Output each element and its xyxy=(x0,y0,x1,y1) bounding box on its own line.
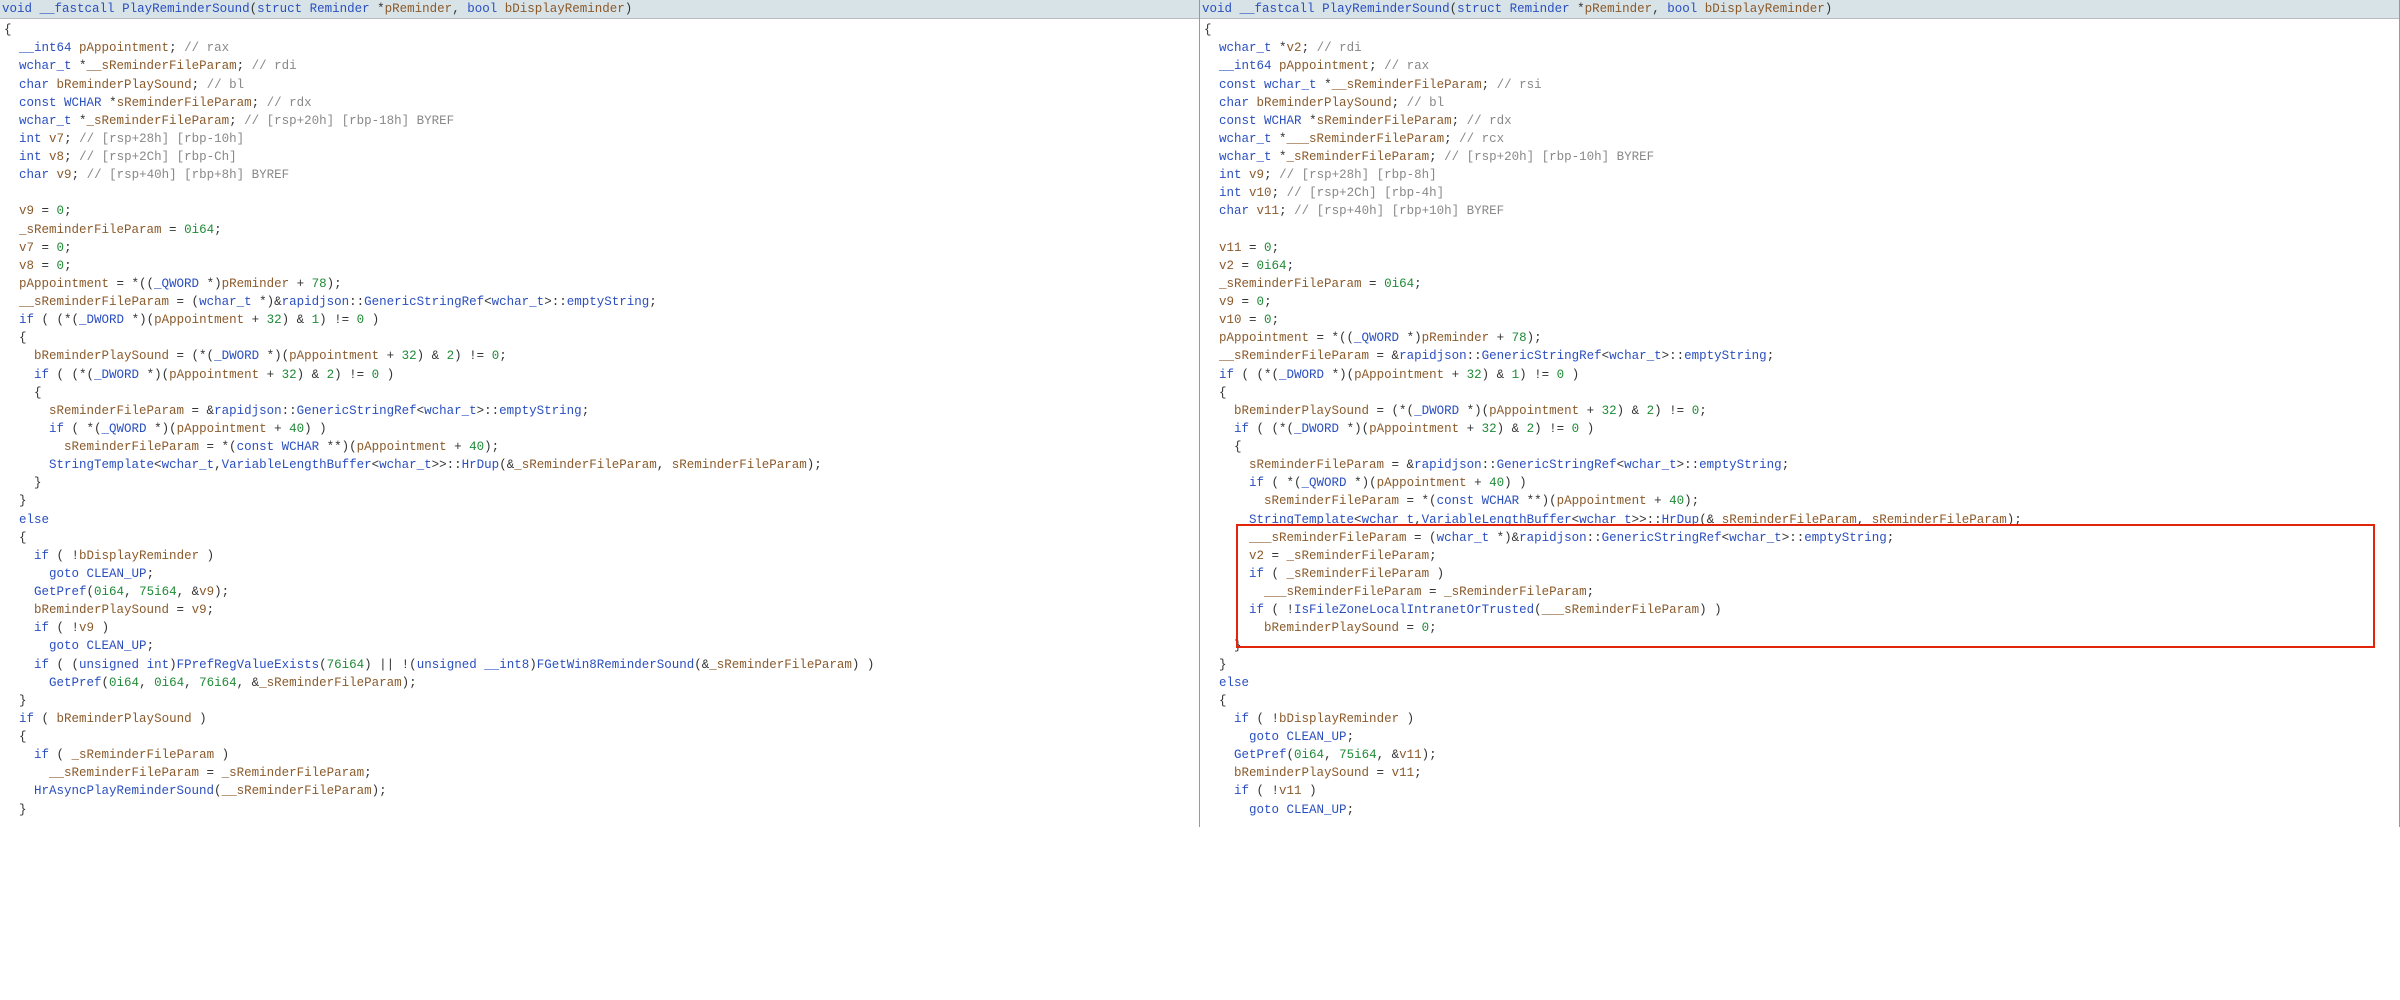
code-line[interactable]: bReminderPlaySound = 0; xyxy=(1204,619,2395,637)
code-line[interactable]: goto CLEAN_UP; xyxy=(4,637,1195,655)
code-line[interactable]: v10 = 0; xyxy=(1204,311,2395,329)
code-line[interactable]: pAppointment = *((_QWORD *)pReminder + 7… xyxy=(4,275,1195,293)
code-line[interactable]: if ( !IsFileZoneLocalIntranetOrTrusted(_… xyxy=(1204,601,2395,619)
code-line[interactable]: if ( (*(_DWORD *)(pAppointment + 32) & 2… xyxy=(1204,420,2395,438)
code-line[interactable]: int v8; // [rsp+2Ch] [rbp-Ch] xyxy=(4,148,1195,166)
code-line[interactable]: __int64 pAppointment; // rax xyxy=(1204,57,2395,75)
code-line[interactable]: if ( *(_QWORD *)(pAppointment + 40) ) xyxy=(4,420,1195,438)
right-code[interactable]: { wchar_t *v2; // rdi __int64 pAppointme… xyxy=(1200,19,2399,827)
code-line[interactable]: } xyxy=(4,474,1195,492)
code-line[interactable]: if ( _sReminderFileParam ) xyxy=(1204,565,2395,583)
code-line[interactable]: else xyxy=(4,511,1195,529)
code-line[interactable]: wchar_t *_sReminderFileParam; // [rsp+20… xyxy=(1204,148,2395,166)
code-line[interactable]: } xyxy=(4,492,1195,510)
code-line[interactable]: { xyxy=(4,728,1195,746)
code-line[interactable]: v8 = 0; xyxy=(4,257,1195,275)
code-line[interactable]: if ( !v9 ) xyxy=(4,619,1195,637)
code-line[interactable]: GetPref(0i64, 0i64, 76i64, &_sReminderFi… xyxy=(4,674,1195,692)
code-line[interactable]: _sReminderFileParam = 0i64; xyxy=(1204,275,2395,293)
code-line[interactable]: _sReminderFileParam = 0i64; xyxy=(4,221,1195,239)
code-line[interactable]: wchar_t *v2; // rdi xyxy=(1204,39,2395,57)
left-header: void __fastcall PlayReminderSound(struct… xyxy=(0,0,1199,19)
right-code-pane: void __fastcall PlayReminderSound(struct… xyxy=(1200,0,2400,827)
code-line[interactable]: { xyxy=(4,329,1195,347)
code-line[interactable]: const WCHAR *sReminderFileParam; // rdx xyxy=(1204,112,2395,130)
code-line[interactable]: { xyxy=(4,384,1195,402)
code-line[interactable]: if ( (unsigned int)FPrefRegValueExists(7… xyxy=(4,656,1195,674)
code-line[interactable]: __sReminderFileParam = &rapidjson::Gener… xyxy=(1204,347,2395,365)
code-line[interactable]: sReminderFileParam = &rapidjson::Generic… xyxy=(4,402,1195,420)
code-line[interactable]: v7 = 0; xyxy=(4,239,1195,257)
code-line[interactable]: goto CLEAN_UP; xyxy=(1204,801,2395,819)
code-line[interactable] xyxy=(4,184,1195,202)
code-line[interactable]: HrAsyncPlayReminderSound(__sReminderFile… xyxy=(4,782,1195,800)
code-line[interactable]: bReminderPlaySound = v9; xyxy=(4,601,1195,619)
code-line[interactable]: if ( !bDisplayReminder ) xyxy=(4,547,1195,565)
code-line[interactable]: { xyxy=(1204,21,2395,39)
code-line[interactable]: sReminderFileParam = *(const WCHAR **)(p… xyxy=(4,438,1195,456)
code-line[interactable]: if ( !bDisplayReminder ) xyxy=(1204,710,2395,728)
code-line[interactable]: v2 = 0i64; xyxy=(1204,257,2395,275)
code-line[interactable]: { xyxy=(1204,692,2395,710)
code-line[interactable]: StringTemplate<wchar_t,VariableLengthBuf… xyxy=(1204,511,2395,529)
code-line[interactable]: wchar_t *___sReminderFileParam; // rcx xyxy=(1204,130,2395,148)
code-line[interactable]: char v11; // [rsp+40h] [rbp+10h] BYREF xyxy=(1204,202,2395,220)
code-line[interactable]: const WCHAR *sReminderFileParam; // rdx xyxy=(4,94,1195,112)
code-line[interactable]: ___sReminderFileParam = (wchar_t *)&rapi… xyxy=(1204,529,2395,547)
code-line[interactable]: if ( !v11 ) xyxy=(1204,782,2395,800)
code-line[interactable]: bReminderPlaySound = (*(_DWORD *)(pAppoi… xyxy=(4,347,1195,365)
code-line[interactable]: if ( _sReminderFileParam ) xyxy=(4,746,1195,764)
code-line[interactable]: goto CLEAN_UP; xyxy=(1204,728,2395,746)
code-line[interactable]: char bReminderPlaySound; // bl xyxy=(1204,94,2395,112)
code-line[interactable]: int v10; // [rsp+2Ch] [rbp-4h] xyxy=(1204,184,2395,202)
code-line[interactable]: v9 = 0; xyxy=(4,202,1195,220)
code-line[interactable]: const wchar_t *__sReminderFileParam; // … xyxy=(1204,76,2395,94)
code-line[interactable]: wchar_t *__sReminderFileParam; // rdi xyxy=(4,57,1195,75)
code-line[interactable]: char v9; // [rsp+40h] [rbp+8h] BYREF xyxy=(4,166,1195,184)
right-header: void __fastcall PlayReminderSound(struct… xyxy=(1200,0,2399,19)
code-line[interactable]: if ( (*(_DWORD *)(pAppointment + 32) & 1… xyxy=(1204,366,2395,384)
code-line[interactable]: wchar_t *_sReminderFileParam; // [rsp+20… xyxy=(4,112,1195,130)
code-line[interactable]: __int64 pAppointment; // rax xyxy=(4,39,1195,57)
code-line[interactable]: int v9; // [rsp+28h] [rbp-8h] xyxy=(1204,166,2395,184)
code-line[interactable]: int v7; // [rsp+28h] [rbp-10h] xyxy=(4,130,1195,148)
code-line[interactable]: __sReminderFileParam = _sReminderFilePar… xyxy=(4,764,1195,782)
code-line[interactable]: pAppointment = *((_QWORD *)pReminder + 7… xyxy=(1204,329,2395,347)
code-line[interactable]: { xyxy=(1204,438,2395,456)
code-line[interactable]: GetPref(0i64, 75i64, &v9); xyxy=(4,583,1195,601)
code-line[interactable]: goto CLEAN_UP; xyxy=(4,565,1195,583)
left-code-pane: void __fastcall PlayReminderSound(struct… xyxy=(0,0,1200,827)
code-line[interactable]: v9 = 0; xyxy=(1204,293,2395,311)
code-line[interactable]: } xyxy=(1204,637,2395,655)
code-line[interactable]: v11 = 0; xyxy=(1204,239,2395,257)
code-line[interactable]: __sReminderFileParam = (wchar_t *)&rapid… xyxy=(4,293,1195,311)
code-line[interactable]: } xyxy=(4,801,1195,819)
code-line[interactable]: } xyxy=(1204,656,2395,674)
code-line[interactable]: char bReminderPlaySound; // bl xyxy=(4,76,1195,94)
code-line[interactable]: ___sReminderFileParam = _sReminderFilePa… xyxy=(1204,583,2395,601)
code-line[interactable]: if ( *(_QWORD *)(pAppointment + 40) ) xyxy=(1204,474,2395,492)
code-line[interactable]: } xyxy=(4,692,1195,710)
code-line[interactable]: { xyxy=(4,21,1195,39)
left-code[interactable]: { __int64 pAppointment; // rax wchar_t *… xyxy=(0,19,1199,827)
code-line[interactable] xyxy=(1204,221,2395,239)
code-line[interactable]: sReminderFileParam = &rapidjson::Generic… xyxy=(1204,456,2395,474)
code-line[interactable]: sReminderFileParam = *(const WCHAR **)(p… xyxy=(1204,492,2395,510)
code-line[interactable]: if ( (*(_DWORD *)(pAppointment + 32) & 1… xyxy=(4,311,1195,329)
code-line[interactable]: GetPref(0i64, 75i64, &v11); xyxy=(1204,746,2395,764)
code-line[interactable]: { xyxy=(1204,384,2395,402)
code-line[interactable]: bReminderPlaySound = (*(_DWORD *)(pAppoi… xyxy=(1204,402,2395,420)
code-line[interactable]: v2 = _sReminderFileParam; xyxy=(1204,547,2395,565)
code-line[interactable]: else xyxy=(1204,674,2395,692)
code-line[interactable]: StringTemplate<wchar_t,VariableLengthBuf… xyxy=(4,456,1195,474)
code-line[interactable]: bReminderPlaySound = v11; xyxy=(1204,764,2395,782)
code-line[interactable]: if ( bReminderPlaySound ) xyxy=(4,710,1195,728)
code-line[interactable]: { xyxy=(4,529,1195,547)
code-line[interactable]: if ( (*(_DWORD *)(pAppointment + 32) & 2… xyxy=(4,366,1195,384)
